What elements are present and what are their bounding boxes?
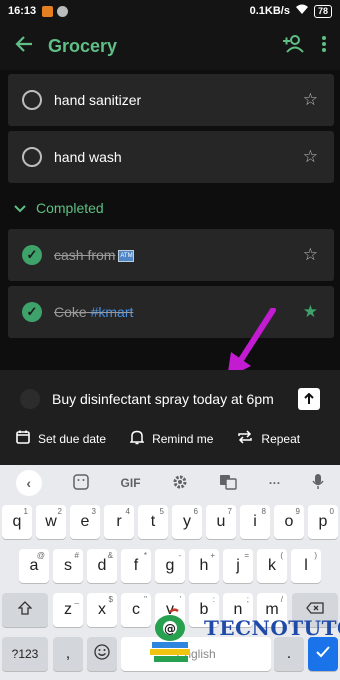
key[interactable]: g- [155, 549, 185, 583]
key[interactable]: d & [87, 549, 117, 583]
key[interactable]: h + [189, 549, 219, 583]
completed-section-toggle[interactable]: Completed [14, 200, 104, 216]
key[interactable]: e3 [70, 505, 100, 539]
checked-circle-icon[interactable]: ✓ [22, 302, 42, 322]
set-due-date-label: Set due date [38, 432, 107, 446]
star-icon[interactable]: ☆ [303, 245, 318, 265]
status-time: 16:13 [8, 5, 37, 17]
key[interactable]: t5 [138, 505, 168, 539]
more-tools-button[interactable]: ··· [269, 476, 281, 490]
more-options-icon[interactable] [322, 35, 326, 57]
repeat-label: Repeat [261, 432, 301, 446]
star-filled-icon[interactable]: ★ [303, 302, 318, 322]
shift-key[interactable] [2, 593, 48, 627]
gif-button[interactable]: GIF [121, 476, 141, 490]
comma-key[interactable]: , [53, 637, 83, 671]
emoji-icon [94, 643, 110, 665]
emoji-key[interactable] [87, 637, 117, 671]
key[interactable]: l) [291, 549, 321, 583]
remind-me-label: Remind me [152, 432, 214, 446]
key[interactable]: q1 [2, 505, 32, 539]
add-task-panel: Buy disinfectant spray today at 6pm Set … [0, 370, 340, 465]
tecnotuto-logo-icon: @ [150, 608, 190, 662]
task-checkbox[interactable] [22, 147, 42, 167]
task-title: Coke #kmart [54, 304, 134, 320]
chevron-down-icon [14, 200, 26, 216]
atm-emoji-icon: ATM [118, 250, 135, 263]
app-bar: Grocery [0, 22, 340, 70]
remind-me-button[interactable]: Remind me [129, 430, 214, 449]
bell-icon [129, 430, 145, 449]
status-bar: 16:13 0.1KB/s 78 [0, 0, 340, 22]
key[interactable]: w2 [36, 505, 66, 539]
repeat-icon [237, 430, 253, 448]
watermark: @ TECNOTUTO [148, 608, 340, 666]
key[interactable]: x $ [87, 593, 117, 627]
key[interactable]: j = [223, 549, 253, 583]
new-task-input[interactable]: Buy disinfectant spray today at 6pm [52, 391, 274, 407]
whatsapp-icon [57, 5, 69, 17]
key[interactable]: r4 [104, 505, 134, 539]
star-icon[interactable]: ☆ [303, 90, 318, 110]
checked-circle-icon[interactable]: ✓ [22, 245, 42, 265]
key[interactable]: a @ [19, 549, 49, 583]
task-item[interactable]: hand sanitizer ☆ [8, 74, 334, 126]
new-task-circle [20, 389, 40, 409]
share-list-icon[interactable] [282, 34, 304, 58]
key[interactable]: y6 [172, 505, 202, 539]
key[interactable]: f * [121, 549, 151, 583]
completed-task-item[interactable]: ✓ Coke #kmart ★ [8, 286, 334, 338]
calendar-icon [16, 430, 30, 448]
settings-gear-icon[interactable] [172, 474, 188, 493]
task-checkbox[interactable] [22, 90, 42, 110]
key[interactable]: c " [121, 593, 151, 627]
key[interactable]: z _ [53, 593, 83, 627]
watermark-text: TECNOTUTO [204, 616, 340, 640]
network-speed: 0.1KB/s [249, 5, 290, 17]
completed-task-item[interactable]: ✓ cash from ATM ☆ [8, 229, 334, 281]
battery-indicator: 78 [313, 4, 332, 18]
completed-section-label: Completed [36, 200, 104, 216]
sticker-icon[interactable] [73, 473, 89, 493]
key[interactable]: k( [257, 549, 287, 583]
task-item[interactable]: hand wash ☆ [8, 131, 334, 183]
key[interactable]: u7 [206, 505, 236, 539]
wifi-icon [295, 4, 309, 18]
key[interactable]: p0 [308, 505, 338, 539]
shift-arrow-icon [17, 600, 33, 620]
task-tag[interactable]: #kmart [91, 304, 134, 320]
set-due-date-button[interactable]: Set due date [16, 430, 106, 448]
task-title: hand wash [54, 149, 122, 165]
keyboard-toolbar: ‹ GIF ··· [0, 465, 340, 501]
svg-text:@: @ [164, 622, 176, 636]
microphone-icon[interactable] [312, 473, 324, 493]
task-title: hand sanitizer [54, 92, 142, 108]
back-arrow-icon[interactable] [0, 33, 48, 59]
chevron-left-icon[interactable]: ‹ [15, 470, 42, 496]
notification-icon [42, 5, 54, 17]
symbols-key[interactable]: ?123 [2, 637, 48, 671]
repeat-button[interactable]: Repeat [237, 430, 300, 448]
task-list: hand sanitizer ☆ hand wash ☆ Completed ✓… [0, 70, 340, 370]
task-title: cash from ATM [54, 247, 135, 263]
key[interactable]: i8 [240, 505, 270, 539]
page-title: Grocery [48, 35, 118, 56]
key[interactable]: o9 [274, 505, 304, 539]
key[interactable]: s # [53, 549, 83, 583]
translate-icon[interactable] [219, 474, 238, 493]
star-icon[interactable]: ☆ [303, 147, 318, 167]
submit-task-button[interactable] [298, 388, 320, 410]
